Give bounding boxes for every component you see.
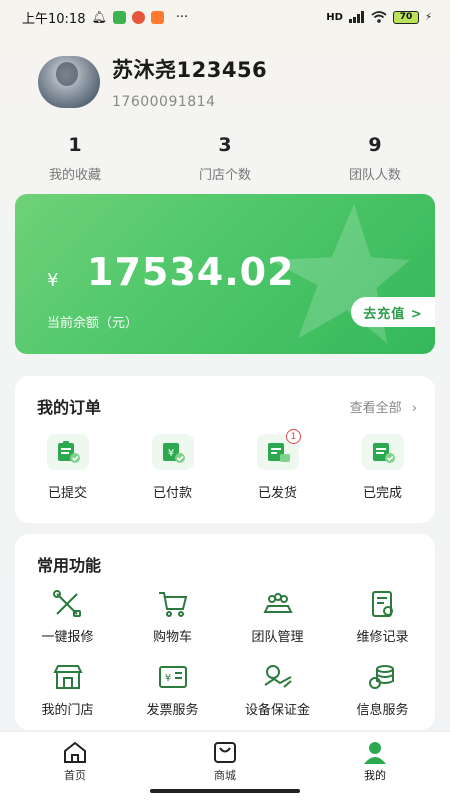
tab-mine[interactable]: 我的 xyxy=(300,732,450,800)
wechat-icon xyxy=(112,10,126,24)
stat-value: 3 xyxy=(218,134,232,156)
store-icon xyxy=(50,661,86,693)
func-cart[interactable]: 购物车 xyxy=(120,588,225,645)
stat-team-members[interactable]: 9 团队人数 xyxy=(300,134,450,183)
more-notifications: ··· xyxy=(175,9,189,25)
func-my-store[interactable]: 我的门店 xyxy=(15,661,120,718)
svg-text:¥: ¥ xyxy=(167,448,173,459)
tab-home[interactable]: 首页 xyxy=(0,732,150,800)
stat-label: 我的收藏 xyxy=(48,168,101,183)
mute-icon: 🔔︎ xyxy=(91,10,107,24)
stat-label: 门店个数 xyxy=(198,168,251,183)
func-label: 设备保证金 xyxy=(244,703,310,718)
orders-card: 我的订单 查看全部 › 已提交 ¥ 已付款 1 已发货 已完成 xyxy=(15,376,435,523)
balance-amount: 17534.02 xyxy=(87,250,295,294)
func-team-management[interactable]: 团队管理 xyxy=(225,588,330,645)
stat-value: 1 xyxy=(68,134,82,156)
cellular-icon xyxy=(348,11,364,23)
stat-stores[interactable]: 3 门店个数 xyxy=(150,134,300,183)
profile-header[interactable]: 苏沐尧123456 17600091814 xyxy=(38,52,418,112)
func-label: 信息服务 xyxy=(356,703,409,718)
team-icon xyxy=(260,588,296,620)
func-label: 发票服务 xyxy=(146,703,199,718)
tab-label: 我的 xyxy=(364,769,386,782)
tab-label: 首页 xyxy=(64,769,86,782)
cart-icon xyxy=(155,588,191,620)
completed-icon xyxy=(361,434,404,470)
func-invoice-service[interactable]: ¥ 发票服务 xyxy=(120,661,225,718)
view-all-orders-link[interactable]: 查看全部 › xyxy=(350,397,417,416)
order-status-shipped[interactable]: 1 已发货 xyxy=(225,429,330,501)
wifi-icon xyxy=(371,11,387,23)
wrench-icon xyxy=(50,588,86,620)
recharge-button[interactable]: 去充值 > xyxy=(351,297,435,327)
stat-label: 团队人数 xyxy=(348,168,401,183)
home-indicator xyxy=(150,789,300,793)
balance-card: ¥ 17534.02 当前余额（元） 去充值 > xyxy=(15,194,435,354)
func-label: 我的门店 xyxy=(41,703,94,718)
taobao-icon xyxy=(150,10,164,24)
battery-icon: 70 xyxy=(392,10,419,24)
weibo-icon xyxy=(131,10,145,24)
shop-bag-icon xyxy=(214,742,236,763)
svg-text:¥: ¥ xyxy=(164,673,170,684)
orders-title: 我的订单 xyxy=(37,398,102,417)
order-status-paid[interactable]: ¥ 已付款 xyxy=(120,434,225,501)
stat-favorites[interactable]: 1 我的收藏 xyxy=(0,134,150,183)
tab-label: 商城 xyxy=(214,769,236,782)
record-icon xyxy=(365,588,401,620)
order-status-label: 已付款 xyxy=(152,486,192,501)
view-all-label: 查看全部 xyxy=(349,401,402,416)
func-label: 购物车 xyxy=(152,630,192,645)
phone-number: 17600091814 xyxy=(112,94,216,110)
order-status-submitted[interactable]: 已提交 xyxy=(15,434,120,501)
order-status-completed[interactable]: 已完成 xyxy=(330,434,435,501)
order-status-label: 已发货 xyxy=(257,486,297,501)
func-label: 一键报修 xyxy=(41,630,94,645)
func-info-service[interactable]: 信息服务 xyxy=(330,661,435,718)
stat-value: 9 xyxy=(368,134,382,156)
func-label: 团队管理 xyxy=(251,630,304,645)
charging-icon: ⚡︎ xyxy=(424,11,432,23)
user-icon xyxy=(364,742,386,764)
home-icon xyxy=(64,741,86,763)
chevron-right-icon: › xyxy=(411,401,417,416)
paid-icon: ¥ xyxy=(151,434,194,470)
func-device-deposit[interactable]: 设备保证金 xyxy=(225,661,330,718)
status-time: 上午10:18 xyxy=(22,11,86,27)
balance-label: 当前余额（元） xyxy=(47,316,139,331)
deposit-icon xyxy=(260,661,296,693)
info-service-icon xyxy=(365,661,401,693)
func-label: 维修记录 xyxy=(356,630,409,645)
order-status-label: 已完成 xyxy=(362,486,402,501)
functions-title: 常用功能 xyxy=(37,556,102,575)
common-functions-card: 常用功能 一键报修 购物车 团队管理 维修记录 我的门店 ¥ 发票服务 设备保证… xyxy=(15,534,435,730)
order-status-label: 已提交 xyxy=(47,486,87,501)
currency-symbol: ¥ xyxy=(47,270,59,291)
signal-icon: HD xyxy=(326,11,343,23)
submitted-icon xyxy=(46,434,89,470)
func-repair-request[interactable]: 一键报修 xyxy=(15,588,120,645)
func-repair-records[interactable]: 维修记录 xyxy=(330,588,435,645)
stats-row: 1 我的收藏 3 门店个数 9 团队人数 xyxy=(0,134,450,183)
avatar[interactable] xyxy=(38,56,100,108)
shipped-count-badge: 1 xyxy=(286,429,301,444)
status-bar: 上午10:18 🔔︎ ··· HD 70 ⚡︎ xyxy=(0,0,450,34)
username: 苏沐尧123456 xyxy=(112,58,268,82)
invoice-icon: ¥ xyxy=(155,661,191,693)
